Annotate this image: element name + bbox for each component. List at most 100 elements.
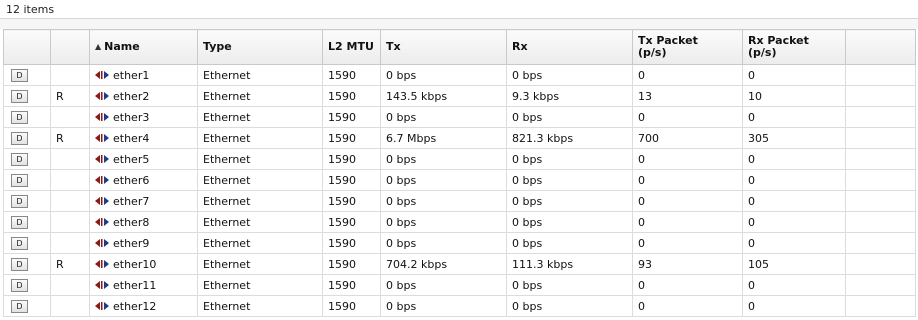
cell-type: Ethernet bbox=[197, 64, 323, 86]
cell-rx: 0 bps bbox=[506, 64, 633, 86]
interface-name: ether3 bbox=[113, 110, 150, 124]
cell-tx-packet: 0 bbox=[632, 148, 743, 170]
cell-l2-mtu: 1590 bbox=[322, 274, 381, 296]
table-row[interactable]: Dether8 Ethernet 1590 0 bps 0 bps 0 0 bbox=[3, 211, 916, 233]
cell-name: ether12 bbox=[89, 295, 198, 317]
cell-type: Ethernet bbox=[197, 253, 323, 275]
table-row[interactable]: D Rether2 Ethernet 1590 143.5 kbps 9.3 kbps 13… bbox=[3, 85, 916, 107]
table-row[interactable]: D Rether10 Ethernet 1590 704.2 kbps 111.3 kbp… bbox=[3, 253, 916, 275]
cell-filler bbox=[845, 295, 916, 317]
column-header-rx-packet[interactable]: Rx Packet (p/s) bbox=[742, 29, 846, 65]
cell-flag bbox=[50, 211, 90, 233]
interface-name: ether11 bbox=[113, 278, 157, 292]
cell-flag: R bbox=[50, 85, 90, 107]
cell-tx: 0 bps bbox=[380, 64, 507, 86]
column-header-tx[interactable]: Tx bbox=[380, 29, 507, 65]
cell-rx-packet: 0 bbox=[742, 169, 846, 191]
cell-name: ether9 bbox=[89, 232, 198, 254]
disable-button[interactable]: D bbox=[11, 90, 28, 103]
ethernet-port-icon bbox=[95, 174, 113, 187]
cell-type: Ethernet bbox=[197, 106, 323, 128]
cell-tx: 6.7 Mbps bbox=[380, 127, 507, 149]
table-row[interactable]: Dether9 Ethernet 1590 0 bps 0 bps 0 0 bbox=[3, 232, 916, 254]
disable-button[interactable]: D bbox=[11, 195, 28, 208]
cell-disable-toggle: D bbox=[3, 169, 51, 191]
cell-flag bbox=[50, 64, 90, 86]
column-header-tx-packet-line2: (p/s) bbox=[638, 46, 667, 59]
table-row[interactable]: Dether1 Ethernet 1590 0 bps 0 bps 0 0 bbox=[3, 64, 916, 86]
cell-l2-mtu: 1590 bbox=[322, 211, 381, 233]
cell-tx-packet: 0 bbox=[632, 295, 743, 317]
column-header-name[interactable]: ▲ Name bbox=[89, 29, 198, 65]
cell-rx-packet: 0 bbox=[742, 232, 846, 254]
cell-name: ether3 bbox=[89, 106, 198, 128]
cell-flag bbox=[50, 295, 90, 317]
cell-rx-packet: 305 bbox=[742, 127, 846, 149]
table-row[interactable]: Dether12 Ethernet 1590 0 bps 0 bps 0 0 bbox=[3, 295, 916, 317]
column-header-name-label: Name bbox=[104, 39, 140, 53]
cell-tx-packet: 93 bbox=[632, 253, 743, 275]
interface-name: ether8 bbox=[113, 215, 150, 229]
table-row[interactable]: Dether11 Ethernet 1590 0 bps 0 bps 0 0 bbox=[3, 274, 916, 296]
cell-flag bbox=[50, 274, 90, 296]
cell-l2-mtu: 1590 bbox=[322, 127, 381, 149]
cell-tx: 0 bps bbox=[380, 232, 507, 254]
cell-tx: 143.5 kbps bbox=[380, 85, 507, 107]
disable-button[interactable]: D bbox=[11, 111, 28, 124]
table-row[interactable]: Dether3 Ethernet 1590 0 bps 0 bps 0 0 bbox=[3, 106, 916, 128]
interface-name: ether9 bbox=[113, 236, 150, 250]
cell-filler bbox=[845, 64, 916, 86]
table-row[interactable]: Dether5 Ethernet 1590 0 bps 0 bps 0 0 bbox=[3, 148, 916, 170]
column-header-r[interactable] bbox=[50, 29, 90, 65]
column-header-tx-packet[interactable]: Tx Packet (p/s) bbox=[632, 29, 743, 65]
ethernet-port-icon bbox=[95, 258, 113, 271]
disable-button[interactable]: D bbox=[11, 237, 28, 250]
cell-tx-packet: 13 bbox=[632, 85, 743, 107]
cell-rx-packet: 0 bbox=[742, 295, 846, 317]
cell-filler bbox=[845, 211, 916, 233]
interface-name: ether5 bbox=[113, 152, 150, 166]
cell-name: ether1 bbox=[89, 64, 198, 86]
disable-button[interactable]: D bbox=[11, 279, 28, 292]
cell-filler bbox=[845, 232, 916, 254]
interface-table: ▲ Name Type L2 MTU Tx Rx Tx Packet (p/s) … bbox=[3, 29, 916, 317]
cell-rx-packet: 105 bbox=[742, 253, 846, 275]
disable-button[interactable]: D bbox=[11, 258, 28, 271]
cell-disable-toggle: D bbox=[3, 127, 51, 149]
cell-disable-toggle: D bbox=[3, 232, 51, 254]
column-header-rx[interactable]: Rx bbox=[506, 29, 633, 65]
cell-rx-packet: 0 bbox=[742, 274, 846, 296]
cell-rx: 0 bps bbox=[506, 106, 633, 128]
disable-button[interactable]: D bbox=[11, 174, 28, 187]
cell-rx: 0 bps bbox=[506, 274, 633, 296]
cell-l2-mtu: 1590 bbox=[322, 85, 381, 107]
cell-name: ether11 bbox=[89, 274, 198, 296]
cell-type: Ethernet bbox=[197, 211, 323, 233]
disable-button[interactable]: D bbox=[11, 300, 28, 313]
table-row[interactable]: Dether6 Ethernet 1590 0 bps 0 bps 0 0 bbox=[3, 169, 916, 191]
column-header-type[interactable]: Type bbox=[197, 29, 323, 65]
disable-button[interactable]: D bbox=[11, 153, 28, 166]
cell-type: Ethernet bbox=[197, 169, 323, 191]
cell-tx-packet: 0 bbox=[632, 64, 743, 86]
interface-list-window: 12 items ▲ Name Type L2 MTU Tx Rx Tx Pack… bbox=[0, 0, 918, 320]
cell-flag bbox=[50, 232, 90, 254]
interface-name: ether10 bbox=[113, 257, 157, 271]
disable-button[interactable]: D bbox=[11, 216, 28, 229]
column-header-rx-packet-line2: (p/s) bbox=[748, 46, 777, 59]
cell-l2-mtu: 1590 bbox=[322, 295, 381, 317]
cell-flag bbox=[50, 106, 90, 128]
table-row[interactable]: D Rether4 Ethernet 1590 6.7 Mbps 821.3 kbps 70… bbox=[3, 127, 916, 149]
cell-rx-packet: 10 bbox=[742, 85, 846, 107]
column-header-l2-mtu[interactable]: L2 MTU bbox=[322, 29, 381, 65]
column-header-d[interactable] bbox=[3, 29, 51, 65]
table-body: Dether1 Ethernet 1590 0 bps 0 bps 0 0 D Rether2 E… bbox=[3, 64, 916, 317]
cell-rx-packet: 0 bbox=[742, 64, 846, 86]
table-row[interactable]: Dether7 Ethernet 1590 0 bps 0 bps 0 0 bbox=[3, 190, 916, 212]
disable-button[interactable]: D bbox=[11, 69, 28, 82]
disable-button[interactable]: D bbox=[11, 132, 28, 145]
cell-tx-packet: 0 bbox=[632, 211, 743, 233]
cell-flag: R bbox=[50, 127, 90, 149]
cell-disable-toggle: D bbox=[3, 211, 51, 233]
cell-tx: 0 bps bbox=[380, 274, 507, 296]
